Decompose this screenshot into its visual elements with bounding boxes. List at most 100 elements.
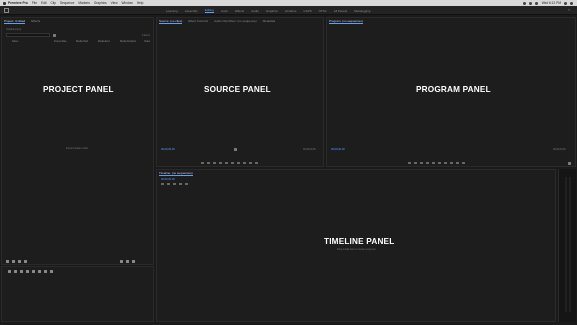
menu-graphics[interactable]: Graphics [94, 1, 107, 5]
source-mark-out-icon[interactable] [207, 162, 210, 164]
program-lift-icon[interactable] [450, 162, 453, 164]
program-step-back-icon[interactable] [426, 162, 429, 164]
project-panel: Project: Untitled Effects Untitled.prpro… [1, 17, 154, 265]
program-settings-icon[interactable] [568, 162, 571, 165]
add-marker-icon[interactable] [173, 183, 176, 185]
timeline-timecode[interactable]: 00;00;00;00 [161, 178, 175, 181]
program-mark-in-icon[interactable] [408, 162, 411, 164]
source-step-forward-icon[interactable] [231, 162, 234, 164]
menu-clock[interactable]: Wed 6:12 PM [542, 1, 561, 5]
wifi-icon[interactable] [522, 1, 526, 5]
notification-center-icon[interactable] [570, 1, 573, 5]
project-bottom-toolbar [6, 260, 30, 263]
workspace-tab-metalogging[interactable]: Metalogging [354, 9, 370, 13]
selection-tool-icon[interactable] [8, 270, 11, 273]
icon-view-icon[interactable] [12, 260, 15, 263]
tab-audio-clip-mixer[interactable]: Audio Clip Mixer: (no sequence) [214, 19, 257, 24]
source-mark-in-icon[interactable] [201, 162, 204, 164]
source-timecode-left[interactable]: 00;00;00;00 [161, 148, 175, 151]
workspace-tab-learning[interactable]: Learning [166, 9, 178, 13]
volume-icon[interactable] [534, 1, 538, 5]
column-name[interactable]: Name [12, 40, 54, 43]
timeline-settings-icon[interactable] [179, 183, 182, 185]
tab-metadata[interactable]: Metadata [263, 19, 276, 24]
trash-icon[interactable] [132, 260, 135, 263]
menu-window[interactable]: Window [122, 1, 133, 5]
list-view-icon[interactable] [6, 260, 9, 263]
workspace-tab-assembly[interactable]: Assembly [185, 9, 198, 13]
program-step-forward-icon[interactable] [438, 162, 441, 164]
type-tool-icon[interactable] [50, 270, 53, 273]
tab-source[interactable]: Source: (no clips) [159, 19, 183, 24]
program-panel: Program: (no sequences) PROGRAM PANEL 00… [326, 17, 576, 167]
menu-sequence[interactable]: Sequence [60, 1, 74, 5]
program-mark-out-icon[interactable] [414, 162, 417, 164]
column-media-duration[interactable]: Media Duration [120, 40, 144, 43]
workspace-tab-editing[interactable]: Editing [204, 8, 214, 13]
program-extract-icon[interactable] [456, 162, 459, 164]
source-play-icon[interactable] [225, 162, 228, 164]
apple-icon[interactable] [3, 1, 6, 5]
column-media-end[interactable]: Media End [98, 40, 120, 43]
menu-edit[interactable]: Edit [41, 1, 47, 5]
source-settings-icon[interactable] [234, 148, 237, 151]
snap-icon[interactable] [161, 183, 164, 185]
column-media-start[interactable]: Media Start [76, 40, 98, 43]
workspace-tab-ntsc[interactable]: NTSC [319, 9, 327, 13]
program-timecode-right: 00;00;00;00 [553, 148, 566, 151]
zoom-slider-icon[interactable] [24, 260, 27, 263]
new-bin-icon[interactable] [53, 34, 56, 37]
workspace-overflow-icon[interactable]: » [568, 7, 570, 12]
slip-tool-icon[interactable] [32, 270, 35, 273]
timeline-toolbar [161, 183, 191, 185]
menu-markers[interactable]: Markers [78, 1, 90, 5]
battery-icon[interactable] [528, 1, 532, 5]
program-timecode-left[interactable]: 00;00;00;00 [331, 148, 345, 151]
menu-file[interactable]: File [32, 1, 37, 5]
new-item-icon[interactable] [120, 260, 123, 263]
source-step-back-icon[interactable] [219, 162, 222, 164]
workspace-tab-libraries[interactable]: Libraries [285, 9, 297, 13]
program-export-frame-icon[interactable] [462, 162, 465, 164]
menu-app-name[interactable]: Premiere Pro [8, 1, 28, 5]
workspace-tab-caps[interactable]: CAPS [303, 9, 311, 13]
spotlight-icon[interactable] [564, 1, 567, 5]
column-frame-rate[interactable]: Frame Rate [54, 40, 76, 43]
ripple-edit-tool-icon[interactable] [20, 270, 23, 273]
project-panel-label: PROJECT PANEL [43, 85, 114, 94]
tools-panel [1, 266, 154, 322]
tab-effects[interactable]: Effects [31, 19, 40, 24]
freeform-view-icon[interactable] [18, 260, 21, 263]
home-icon[interactable] [4, 8, 9, 13]
timeline-panel: Timeline: (no sequences) 00;00;00;00 TIM… [156, 169, 556, 322]
razor-tool-icon[interactable] [26, 270, 29, 273]
tab-effect-controls[interactable]: Effect Controls [188, 19, 208, 24]
tab-timeline[interactable]: Timeline: (no sequences) [159, 171, 193, 176]
workspace-tab-all-panels[interactable]: All Panels [334, 9, 347, 13]
hand-tool-icon[interactable] [44, 270, 47, 273]
workspace-tab-effects[interactable]: Effects [235, 9, 244, 13]
track-select-tool-icon[interactable] [14, 270, 17, 273]
workspace-tab-color[interactable]: Color [221, 9, 228, 13]
column-video[interactable]: Video [144, 40, 150, 43]
project-search-input[interactable] [6, 33, 50, 37]
program-play-icon[interactable] [432, 162, 435, 164]
pen-tool-icon[interactable] [38, 270, 41, 273]
menu-help[interactable]: Help [137, 1, 144, 5]
workspace-tab-graphics[interactable]: Graphics [266, 9, 278, 13]
tab-program[interactable]: Program: (no sequences) [329, 19, 363, 24]
source-overwrite-icon[interactable] [249, 162, 252, 164]
workspace-tab-audio[interactable]: Audio [251, 9, 259, 13]
tab-project[interactable]: Project: Untitled [4, 19, 26, 24]
new-bin-bottom-icon[interactable] [126, 260, 129, 263]
linked-selection-icon[interactable] [167, 183, 170, 185]
source-go-to-in-icon[interactable] [213, 162, 216, 164]
menu-clip[interactable]: Clip [51, 1, 57, 5]
captions-icon[interactable] [185, 183, 188, 185]
program-go-to-in-icon[interactable] [420, 162, 423, 164]
program-go-to-out-icon[interactable] [444, 162, 447, 164]
source-export-frame-icon[interactable] [255, 162, 258, 164]
source-insert-icon[interactable] [243, 162, 246, 164]
menu-view[interactable]: View [111, 1, 118, 5]
source-go-to-out-icon[interactable] [237, 162, 240, 164]
